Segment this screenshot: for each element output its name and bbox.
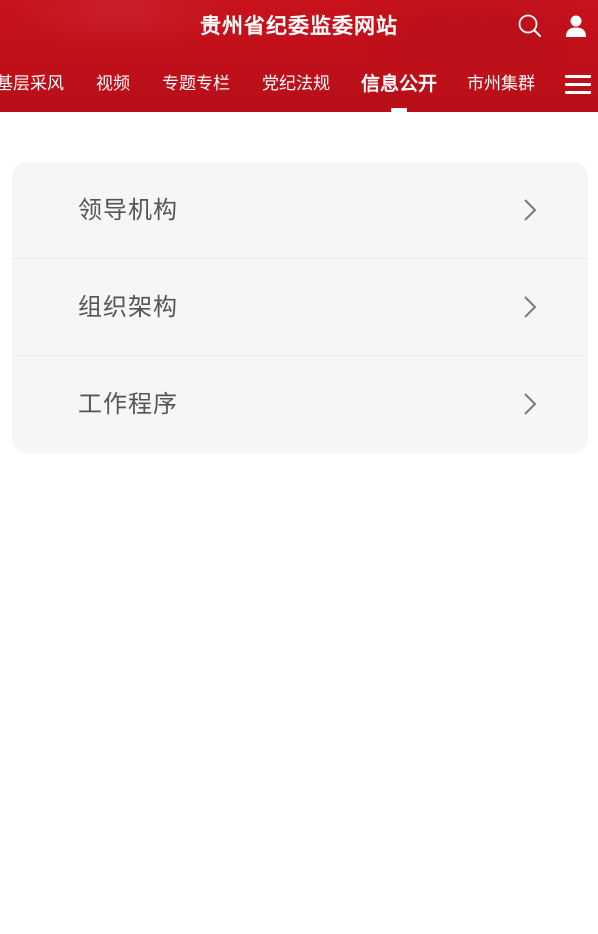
list-item-zuzhijiagou[interactable]: 组织架构 [12, 258, 588, 355]
chevron-right-icon [524, 199, 537, 221]
search-icon [518, 14, 541, 37]
menu-icon-bar [565, 82, 591, 86]
nav-item-shipin[interactable]: 视频 [96, 64, 130, 104]
site-header: 贵州省纪委监委网站 基层采风 视频 专题专栏 党纪法规 信息公开 市州集群 [0, 0, 598, 112]
nav-item-zhuantizhuanlan[interactable]: 专题专栏 [162, 64, 230, 104]
list-item-gongzuochengxu[interactable]: 工作程序 [12, 355, 588, 452]
search-button[interactable] [514, 10, 546, 42]
category-nav: 基层采风 视频 专题专栏 党纪法规 信息公开 市州集群 [0, 64, 598, 104]
user-button[interactable] [560, 10, 592, 42]
list-item-lingdaojigou[interactable]: 领导机构 [12, 162, 588, 258]
menu-button[interactable] [560, 66, 596, 102]
menu-icon-bar [565, 90, 591, 94]
site-title[interactable]: 贵州省纪委监委网站 [0, 8, 598, 44]
nav-item-shizhoujiqun[interactable]: 市州集群 [467, 64, 535, 104]
info-list-card: 领导机构 组织架构 工作程序 [12, 162, 588, 453]
active-tab-indicator [391, 108, 407, 112]
chevron-right-icon [524, 393, 537, 415]
list-item-label: 工作程序 [78, 390, 178, 418]
chevron-right-icon [524, 296, 537, 318]
nav-item-dangjifagui[interactable]: 党纪法规 [262, 64, 330, 104]
list-item-label: 组织架构 [78, 293, 178, 321]
list-item-label: 领导机构 [78, 196, 178, 224]
user-icon [566, 15, 586, 37]
nav-item-xinxigongkai[interactable]: 信息公开 [361, 64, 437, 104]
menu-icon [565, 74, 591, 78]
nav-item-jicengcaifeng[interactable]: 基层采风 [0, 64, 64, 104]
